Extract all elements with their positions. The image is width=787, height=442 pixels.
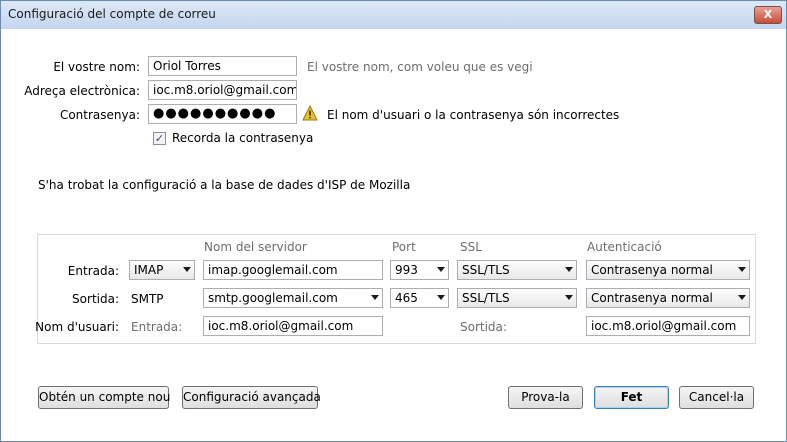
outgoing-ssl-select[interactable]: SSL/TLS <box>457 288 577 308</box>
outgoing-port-select[interactable]: 465 <box>390 288 449 308</box>
incoming-label: Entrada: <box>67 264 119 278</box>
chevron-down-icon <box>565 295 573 300</box>
password-warning-text: El nom d'usuari o la contrasenya són inc… <box>327 108 620 122</box>
warning-icon <box>302 105 318 121</box>
outgoing-server-select[interactable]: smtp.googlemail.com <box>203 288 383 308</box>
outgoing-protocol: SMTP <box>131 292 164 306</box>
outgoing-auth-value: Contrasenya normal <box>591 291 713 305</box>
username-outgoing-label: Sortida: <box>460 320 507 334</box>
incoming-server-input[interactable]: imap.googlemail.com <box>203 260 383 280</box>
remember-password-label[interactable]: Recorda la contrasenya <box>172 131 313 145</box>
incoming-ssl-select[interactable]: SSL/TLS <box>457 260 577 280</box>
email-input[interactable]: ioc.m8.oriol@gmail.com <box>148 80 297 100</box>
close-button[interactable]: X <box>754 6 782 24</box>
chevron-down-icon <box>371 295 379 300</box>
incoming-port-value: 993 <box>395 263 418 277</box>
password-input[interactable]: ●●●●●●●●●● <box>148 104 297 124</box>
outgoing-username-input[interactable]: ioc.m8.oriol@gmail.com <box>586 316 750 336</box>
outgoing-port-value: 465 <box>395 291 418 305</box>
outgoing-ssl-value: SSL/TLS <box>462 291 510 305</box>
outgoing-auth-select[interactable]: Contrasenya normal <box>586 288 750 308</box>
chevron-down-icon <box>437 295 445 300</box>
status-message: S'ha trobat la configuració a la base de… <box>38 178 411 192</box>
outgoing-server-value: smtp.googlemail.com <box>208 291 338 305</box>
name-label: El vostre nom: <box>53 60 140 74</box>
chevron-down-icon <box>183 267 191 272</box>
chevron-down-icon <box>437 267 445 272</box>
get-new-account-button[interactable]: Obtén un compte nou <box>38 386 170 409</box>
incoming-auth-value: Contrasenya normal <box>591 263 713 277</box>
username-incoming-label: Entrada: <box>131 320 183 334</box>
incoming-ssl-value: SSL/TLS <box>462 263 510 277</box>
dialog-content: El vostre nom: Oriol Torres El vostre no… <box>2 30 785 440</box>
chevron-down-icon <box>738 295 746 300</box>
chevron-down-icon <box>738 267 746 272</box>
incoming-protocol-select[interactable]: IMAP <box>129 260 195 280</box>
title-bar[interactable]: Configuració del compte de correu X <box>1 1 786 29</box>
incoming-auth-select[interactable]: Contrasenya normal <box>586 260 750 280</box>
header-server: Nom del servidor <box>204 240 307 254</box>
incoming-port-select[interactable]: 993 <box>390 260 449 280</box>
outgoing-label: Sortida: <box>72 292 119 306</box>
advanced-config-button[interactable]: Configuració avançada <box>182 386 321 409</box>
password-label: Contrasenya: <box>59 108 140 122</box>
username-label: Nom d'usuari: <box>35 320 119 334</box>
server-settings-panel: Nom del servidor Port SSL Autenticació E… <box>35 234 756 344</box>
header-auth: Autenticació <box>587 240 662 254</box>
header-ssl: SSL <box>460 240 482 254</box>
account-setup-window: Configuració del compte de correu X El v… <box>0 0 787 442</box>
name-input[interactable]: Oriol Torres <box>148 56 297 76</box>
done-button[interactable]: Fet <box>594 386 669 409</box>
retest-button[interactable]: Prova-la <box>508 386 583 409</box>
name-hint: El vostre nom, com voleu que es vegi <box>307 60 533 74</box>
incoming-username-input[interactable]: ioc.m8.oriol@gmail.com <box>203 316 383 336</box>
incoming-protocol-value: IMAP <box>134 263 164 277</box>
remember-password-checkbox[interactable]: ✓ <box>153 132 166 145</box>
header-port: Port <box>392 240 416 254</box>
cancel-button[interactable]: Cancel·la <box>679 386 754 409</box>
email-label: Adreça electrònica: <box>24 84 140 98</box>
window-title: Configuració del compte de correu <box>8 7 216 21</box>
chevron-down-icon <box>565 267 573 272</box>
